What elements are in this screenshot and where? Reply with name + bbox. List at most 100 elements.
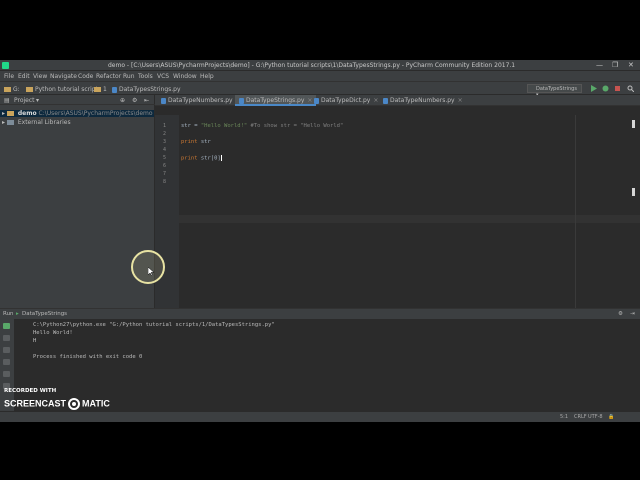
python-file-icon: [383, 97, 388, 104]
status-bar: 5:1 CRLF UTF-8 🔒: [0, 411, 640, 422]
code-keyword: print: [181, 155, 198, 162]
tree-item-label: External Libraries: [17, 119, 71, 126]
hide-panel-icon[interactable]: ⇤: [144, 97, 149, 104]
menu-vcs[interactable]: VCS: [157, 73, 169, 80]
watermark-brand-right: MATIC: [82, 398, 110, 409]
expand-arrow-icon: ▸: [2, 110, 6, 117]
tab-label: DataTypeStrings.py: [246, 97, 305, 104]
menu-help[interactable]: Help: [200, 73, 214, 80]
editor-scroll-marker[interactable]: [632, 120, 635, 128]
run-configuration-select[interactable]: DataTypeStrings ▾: [527, 84, 582, 98]
run-tool-window: Run ▸ DataTypeStrings ⚙ ⇥ C:\Python27\py…: [0, 308, 640, 412]
search-everywhere-icon[interactable]: [627, 85, 634, 92]
pause-icon[interactable]: [3, 347, 10, 353]
menu-run[interactable]: Run: [123, 73, 135, 80]
menu-window[interactable]: Window: [173, 73, 197, 80]
python-file-icon: [161, 97, 166, 104]
caret-position[interactable]: 5:1: [560, 414, 568, 420]
line-number: 3: [162, 139, 166, 145]
lock-icon[interactable]: 🔒: [608, 414, 614, 420]
tree-item-path: C:\Users\ASUS\PycharmProjects\demo: [38, 110, 153, 117]
library-icon: [6, 120, 14, 125]
file-encoding[interactable]: UTF-8: [588, 414, 603, 420]
menu-bar: File Edit View Navigate Code Refactor Ru…: [0, 71, 640, 81]
python-file-icon: [314, 97, 319, 104]
tree-item-demo[interactable]: ▸ demo C:\Users\ASUS\PycharmProjects\dem…: [0, 110, 154, 117]
folder-icon: [6, 111, 14, 116]
stop-icon[interactable]: [614, 85, 621, 92]
gear-icon[interactable]: ⚙: [132, 97, 137, 104]
menu-navigate[interactable]: Navigate: [50, 73, 77, 80]
menu-edit[interactable]: Edit: [18, 73, 30, 80]
project-panel: ▤ Project ▾ ⊕ ⚙ ⇤ ▸ demo C:\Users\ASUS\P…: [0, 95, 155, 308]
watermark-logo: SCREENCAST MATIC: [4, 398, 110, 410]
rerun-icon[interactable]: [3, 323, 10, 329]
menu-code[interactable]: Code: [78, 73, 93, 80]
code-line-1[interactable]: str = "Hello World!" #To show str = "Hel…: [181, 123, 343, 129]
python-file-icon: [112, 86, 117, 93]
project-panel-title[interactable]: Project: [14, 97, 35, 104]
chevron-down-icon[interactable]: ▾: [36, 97, 39, 104]
close-tab-icon[interactable]: ×: [458, 97, 463, 104]
close-tab-icon[interactable]: ×: [373, 97, 378, 104]
run-config-name: DataTypeStrings: [22, 311, 68, 317]
watermark-brand-left: SCREENCAST: [4, 398, 67, 409]
console-output-line: H: [33, 338, 37, 344]
run-config-label: DataTypeStrings: [536, 86, 577, 92]
console-output-line: Process finished with exit code 0: [33, 354, 143, 360]
breadcrumb-file[interactable]: DataTypesStrings.py: [112, 86, 181, 93]
folder-icon: [94, 87, 101, 92]
mouse-pointer-icon: [148, 267, 155, 276]
code-comment: #To show str = "Hello World": [247, 123, 344, 129]
editor-area: DataTypeNumbers.py× DataTypeStrings.py× …: [155, 95, 640, 308]
console-output-line: Hello World!: [33, 330, 73, 336]
breadcrumb-drive[interactable]: G:: [4, 86, 20, 93]
tree-item-label: demo: [17, 110, 37, 117]
editor-scroll-marker[interactable]: [632, 188, 635, 196]
code-text: str[0]: [197, 155, 221, 162]
tab-datatypenumbers-2[interactable]: DataTypeNumbers.py ×: [379, 95, 467, 106]
breadcrumb-folder[interactable]: Python tutorial scripts: [26, 86, 101, 93]
menu-view[interactable]: View: [33, 73, 47, 80]
code-string: "Hello World!": [200, 123, 248, 129]
stop-icon[interactable]: [3, 335, 10, 341]
pycharm-logo-icon: [2, 62, 9, 69]
menu-refactor[interactable]: Refactor: [96, 73, 121, 80]
gear-icon[interactable]: ⚙: [618, 311, 623, 317]
breadcrumb-file-label: DataTypesStrings.py: [119, 86, 181, 93]
line-separator[interactable]: CRLF: [574, 414, 587, 420]
run-icon[interactable]: [590, 85, 597, 92]
debug-icon[interactable]: [602, 85, 609, 92]
hide-panel-icon[interactable]: ⇥: [630, 311, 635, 317]
sync-icon[interactable]: ⊕: [120, 97, 125, 104]
expand-arrow-icon: ▸: [2, 119, 6, 126]
editor-tabs: DataTypeNumbers.py× DataTypeStrings.py× …: [155, 95, 640, 106]
watermark-recorded-text: RECORDED WITH: [4, 388, 57, 394]
maximize-button[interactable]: ❐: [612, 61, 618, 69]
folder-icon: [26, 87, 33, 92]
console-output-line: C:\Python27\python.exe "G:/Python tutori…: [33, 322, 275, 328]
run-panel-title: Run: [3, 311, 14, 317]
line-number: 2: [162, 131, 166, 137]
tree-item-external-libraries[interactable]: ▸ External Libraries: [2, 119, 71, 126]
pycharm-window: demo - [C:\Users\ASUS\PycharmProjects\de…: [0, 60, 640, 422]
tab-datatypedict[interactable]: DataTypeDict.py ×: [310, 95, 382, 106]
python-run-icon: ▸: [16, 311, 19, 317]
title-bar: demo - [C:\Users\ASUS\PycharmProjects\de…: [0, 60, 640, 71]
close-button[interactable]: ✕: [628, 61, 634, 69]
code-line-5[interactable]: print str[0]: [181, 155, 222, 162]
menu-tools[interactable]: Tools: [138, 73, 153, 80]
code-line-3[interactable]: print str: [181, 139, 211, 145]
tab-label: DataTypeDict.py: [321, 97, 371, 104]
project-panel-icon: ▤: [4, 97, 10, 104]
mouse-cursor-highlight: [131, 250, 165, 284]
soft-wrap-icon[interactable]: [3, 359, 10, 365]
tab-datatypenumbers[interactable]: DataTypeNumbers.py×: [157, 95, 245, 106]
tab-datatypestrings[interactable]: DataTypeStrings.py ×: [235, 95, 317, 106]
project-panel-header: ▤ Project ▾ ⊕ ⚙ ⇤: [0, 95, 155, 105]
menu-file[interactable]: File: [4, 73, 14, 80]
line-number: 6: [162, 163, 166, 169]
minimize-button[interactable]: —: [596, 61, 603, 69]
breadcrumb-subfolder[interactable]: 1: [94, 86, 107, 93]
print-icon[interactable]: [3, 371, 10, 377]
